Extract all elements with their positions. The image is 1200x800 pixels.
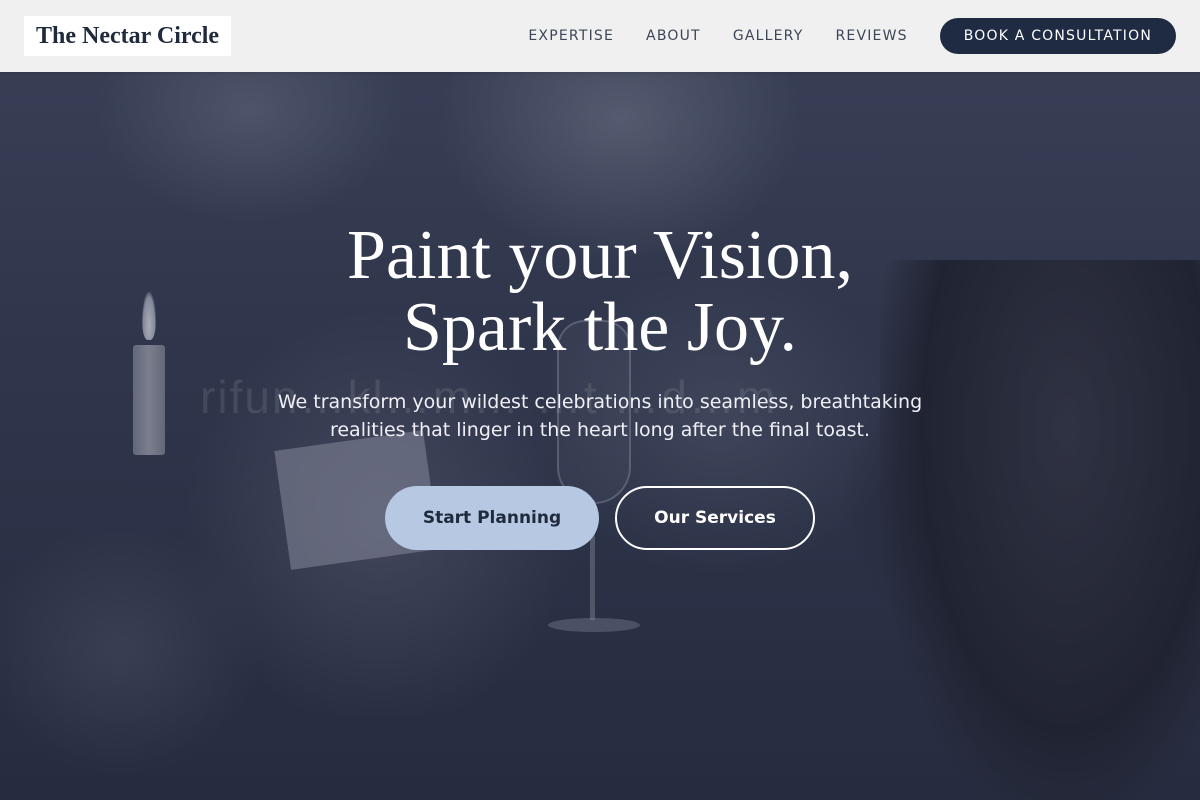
hero-subheadline: We transform your wildest celebrations i… <box>277 391 923 441</box>
page: rifun…kl…m… …t …d…m The Nectar Circle EX… <box>0 0 1200 800</box>
our-services-button[interactable]: Our Services <box>615 486 815 550</box>
brand-logo[interactable]: The Nectar Circle <box>24 16 232 56</box>
hero-section: Paint your Vision, Spark the Joy. We tra… <box>0 220 1200 550</box>
nav-link-reviews[interactable]: REVIEWS <box>835 28 907 44</box>
hero-headline-line-1: Paint your Vision, <box>347 217 853 294</box>
nav-link-about[interactable]: ABOUT <box>646 28 701 44</box>
nav-link-expertise[interactable]: EXPERTISE <box>528 28 614 44</box>
book-consultation-button[interactable]: BOOK A CONSULTATION <box>939 18 1176 54</box>
hero-buttons: Start Planning Our Services <box>0 486 1200 550</box>
nav-link-gallery[interactable]: GALLERY <box>733 28 804 44</box>
hero-headline: Paint your Vision, Spark the Joy. <box>0 220 1200 364</box>
main-nav: EXPERTISE ABOUT GALLERY REVIEWS BOOK A C… <box>528 18 1176 54</box>
site-header: The Nectar Circle EXPERTISE ABOUT GALLER… <box>0 0 1200 72</box>
start-planning-button[interactable]: Start Planning <box>385 486 599 550</box>
hero-headline-line-2: Spark the Joy. <box>402 289 798 366</box>
